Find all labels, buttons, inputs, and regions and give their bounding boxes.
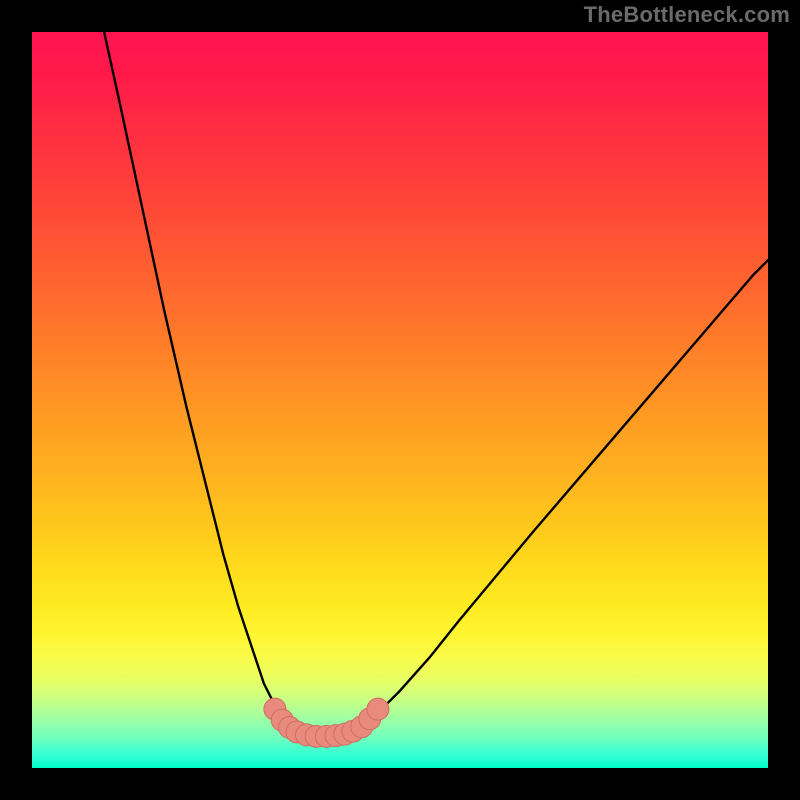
- watermark-text: TheBottleneck.com: [584, 2, 790, 28]
- chart-frame: TheBottleneck.com: [0, 0, 800, 800]
- curve-markers: [264, 698, 389, 747]
- plot-area: [32, 32, 768, 768]
- bottleneck-curve: [104, 32, 768, 736]
- curve-marker: [367, 698, 389, 720]
- overlay-svg: [32, 32, 768, 768]
